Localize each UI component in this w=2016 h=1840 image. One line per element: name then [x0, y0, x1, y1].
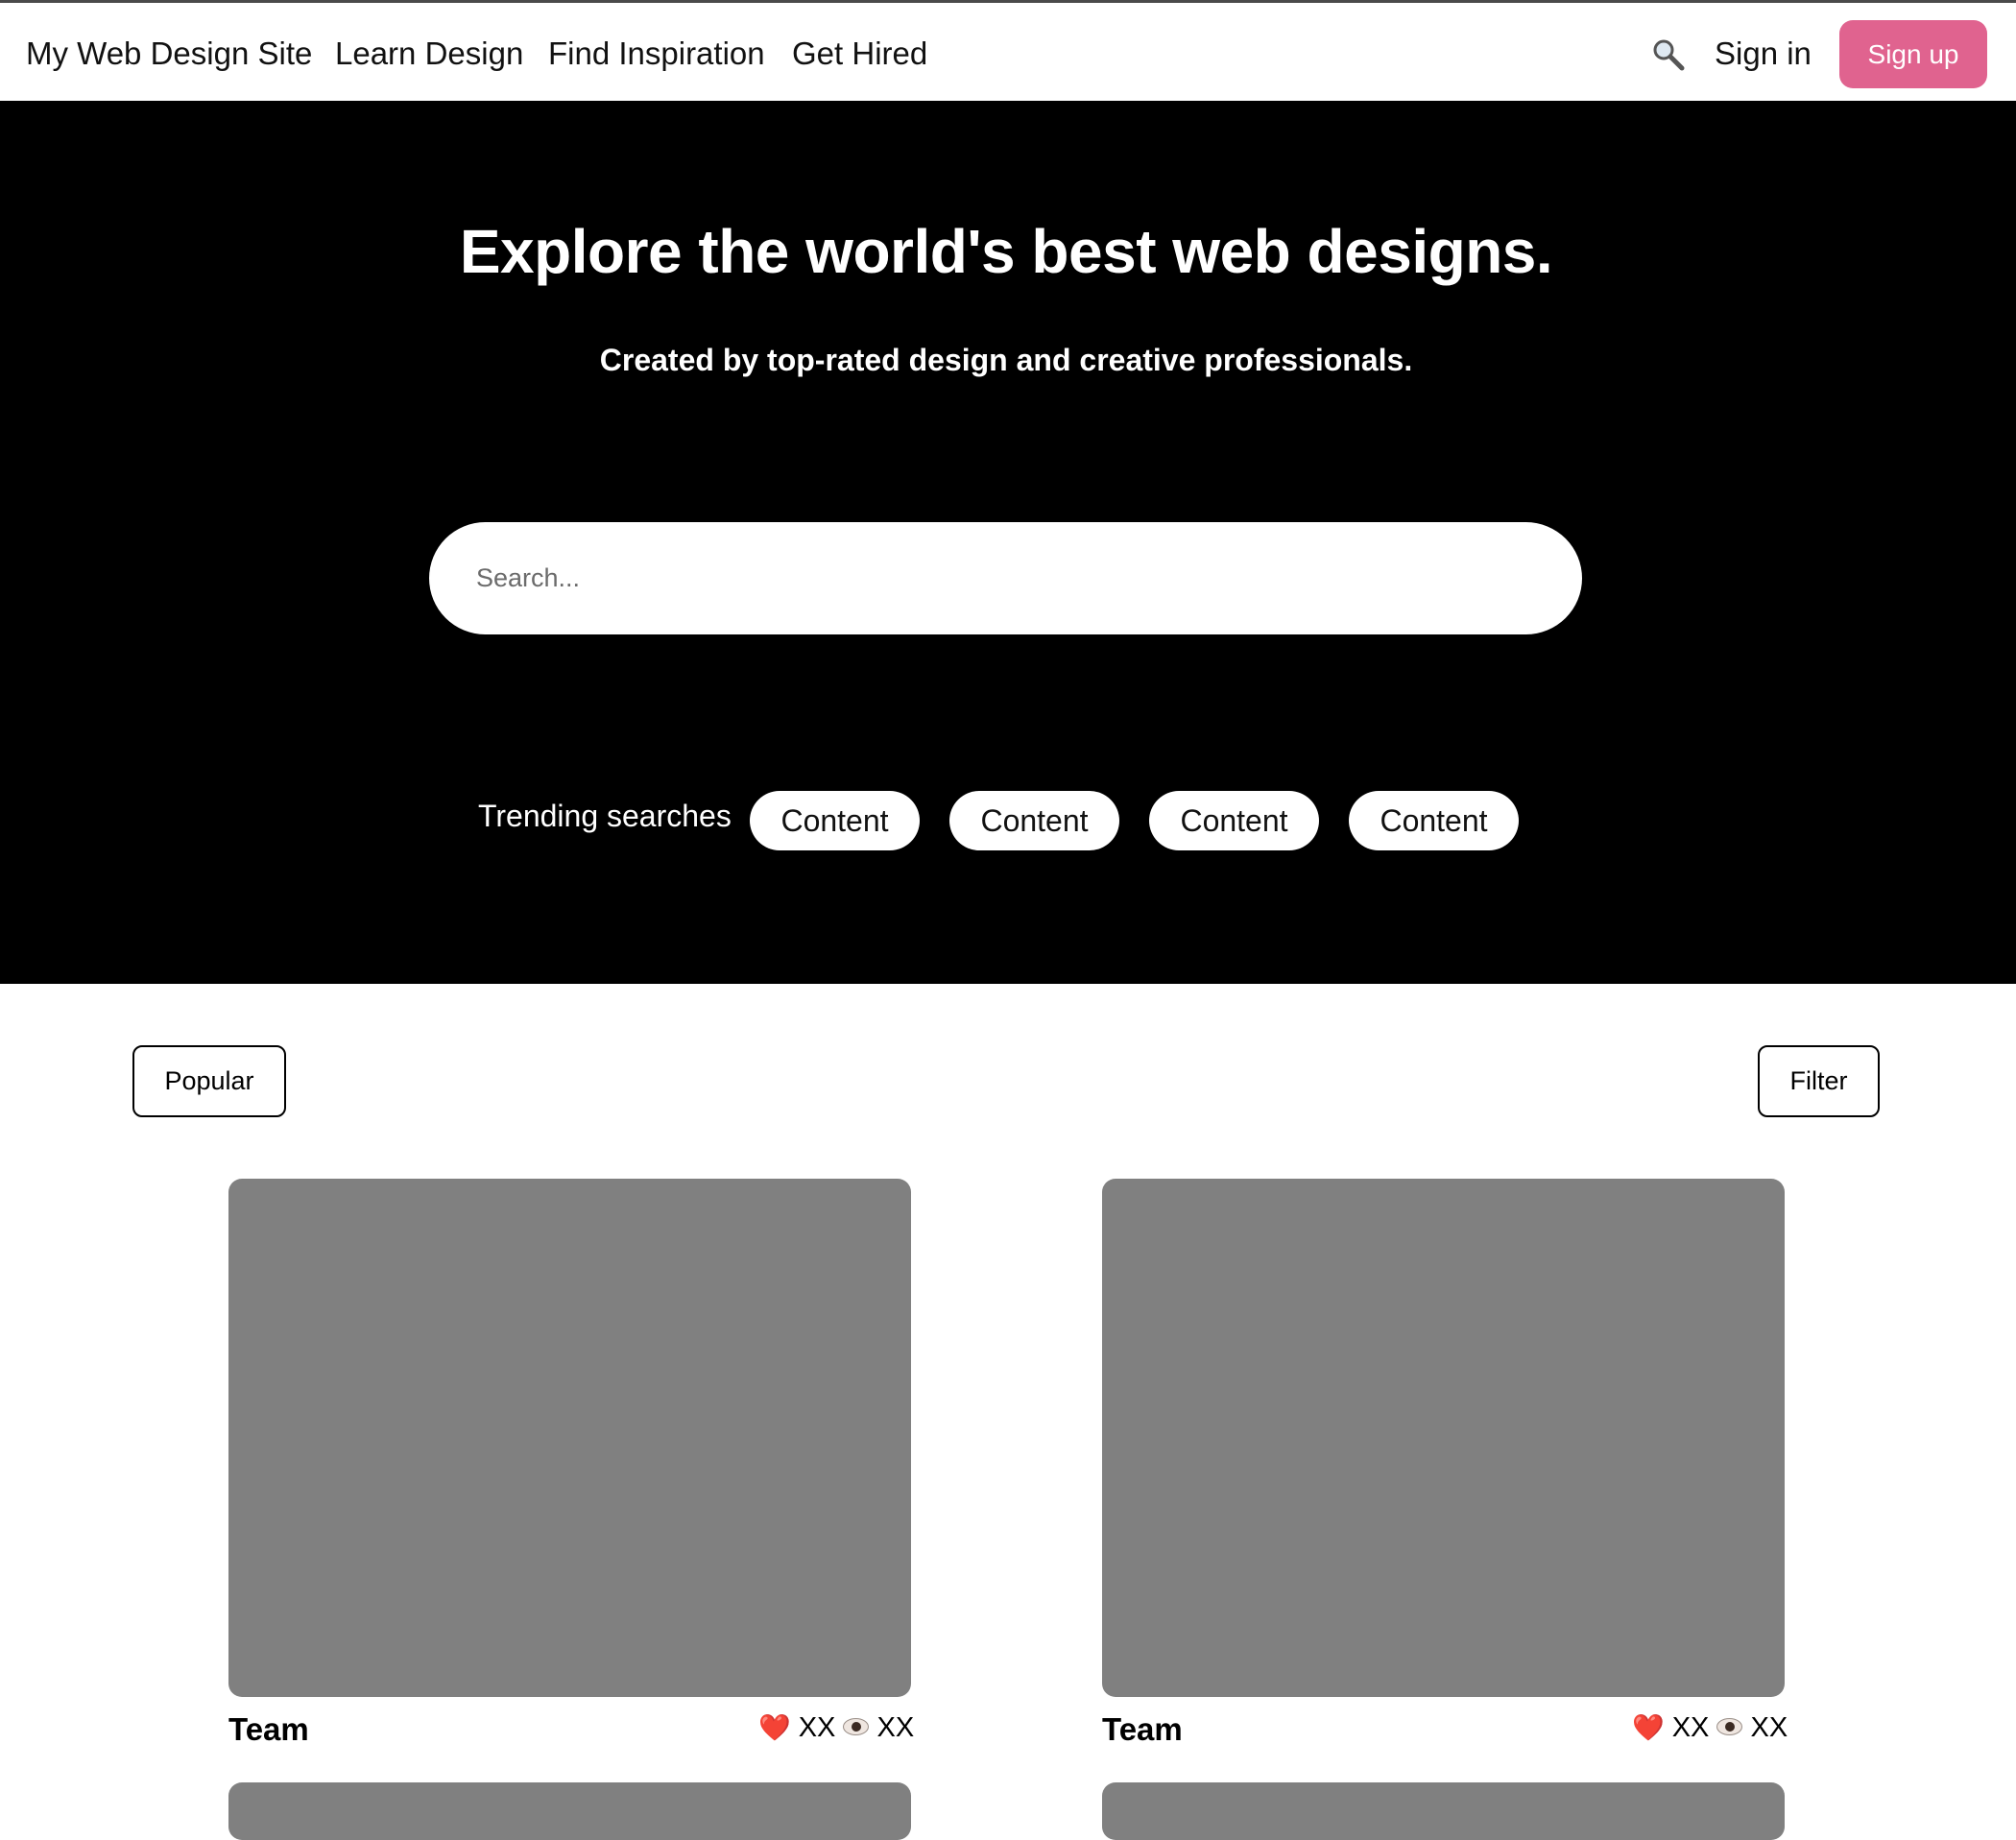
heart-icon: ❤️ — [758, 1713, 791, 1742]
trending-chip[interactable]: Content — [1149, 791, 1319, 850]
card-thumbnail[interactable] — [1102, 1179, 1785, 1697]
sign-up-button[interactable]: Sign up — [1839, 20, 1987, 88]
eye-icon — [1716, 1717, 1743, 1735]
heart-icon: ❤️ — [1632, 1713, 1665, 1742]
hero-subtitle: Created by top-rated design and creative… — [599, 343, 1413, 377]
nav-get-hired[interactable]: Get Hired — [792, 3, 927, 104]
hero-title: Explore the world's best web designs. — [459, 217, 1553, 286]
eye-icon — [843, 1717, 870, 1735]
sign-in-link[interactable]: Sign in — [1715, 3, 1812, 104]
card-stats: ❤️ XX XX — [758, 1712, 915, 1744]
likes-count: XX — [798, 1712, 836, 1743]
hero-section: Explore the world's best web designs. Cr… — [0, 101, 2016, 984]
search-icon[interactable] — [1651, 37, 1686, 72]
views-count: XX — [1750, 1712, 1788, 1743]
card-thumbnail[interactable] — [228, 1782, 911, 1840]
trending-chip[interactable]: Content — [750, 791, 920, 850]
nav-learn-design[interactable]: Learn Design — [335, 3, 523, 104]
top-navigation: My Web Design Site Learn Design Find Ins… — [0, 0, 2016, 101]
search-input[interactable] — [429, 522, 1582, 634]
trending-chip[interactable]: Content — [1349, 791, 1519, 850]
views-count: XX — [876, 1712, 915, 1743]
card-title[interactable]: Team — [1102, 1711, 1183, 1748]
card-thumbnail[interactable] — [1102, 1782, 1785, 1840]
trending-searches-label: Trending searches — [478, 799, 732, 833]
card-stats: ❤️ XX XX — [1632, 1712, 1788, 1744]
likes-count: XX — [1671, 1712, 1710, 1743]
card-title[interactable]: Team — [228, 1711, 309, 1748]
card-thumbnail[interactable] — [228, 1179, 911, 1697]
site-logo-link[interactable]: My Web Design Site — [26, 3, 312, 104]
filter-button[interactable]: Filter — [1758, 1045, 1880, 1117]
trending-chip[interactable]: Content — [949, 791, 1119, 850]
sort-popular-button[interactable]: Popular — [132, 1045, 286, 1117]
nav-find-inspiration[interactable]: Find Inspiration — [548, 3, 765, 104]
